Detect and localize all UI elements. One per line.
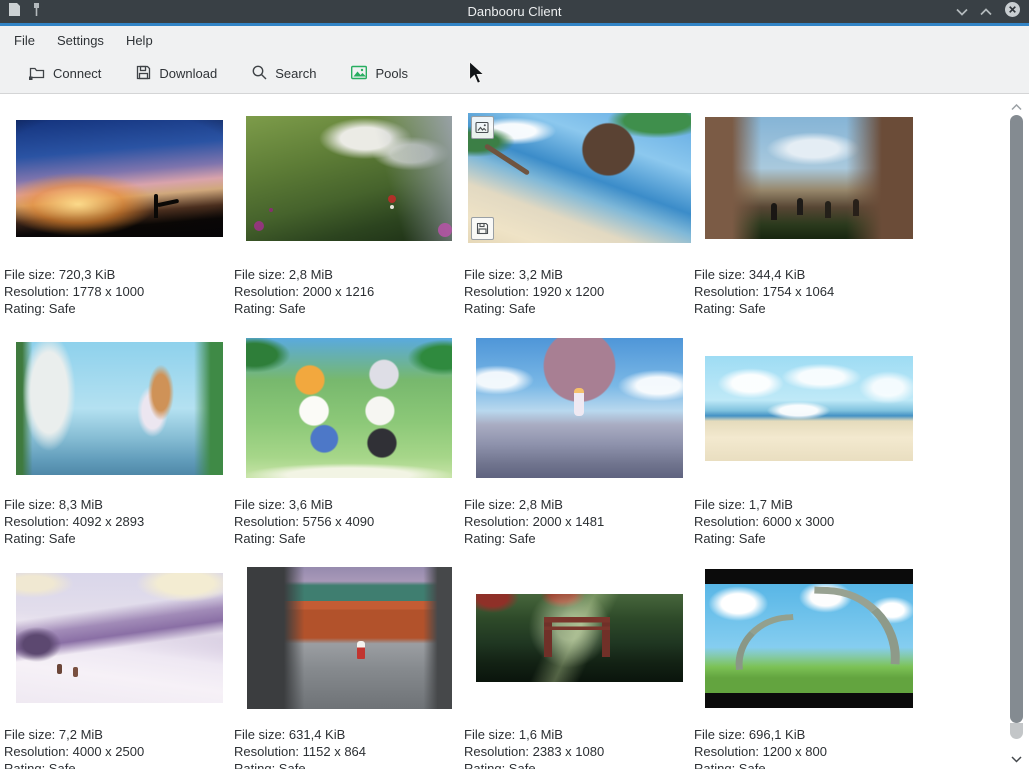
preview-overlay-button[interactable] bbox=[471, 116, 494, 139]
resolution-label: Resolution: 1778 x 1000 bbox=[4, 283, 234, 300]
post-thumbnail-shrine-courtyard[interactable] bbox=[247, 567, 452, 709]
search-button[interactable]: Search bbox=[239, 57, 328, 91]
titlebar[interactable]: Danbooru Client bbox=[0, 0, 1029, 23]
app-window: Danbooru Client File Settings Help bbox=[0, 0, 1029, 769]
post-card-4: File size: 344,4 KiB Resolution: 1754 x … bbox=[694, 103, 924, 333]
rating-label: Rating: Safe bbox=[4, 760, 234, 769]
file-size-label: File size: 1,6 MiB bbox=[464, 726, 694, 743]
rating-label: Rating: Safe bbox=[694, 530, 924, 547]
resolution-label: Resolution: 1754 x 1064 bbox=[694, 283, 924, 300]
rating-label: Rating: Safe bbox=[4, 530, 234, 547]
resolution-label: Resolution: 6000 x 3000 bbox=[694, 513, 924, 530]
scroll-down-icon[interactable] bbox=[1009, 753, 1024, 765]
post-thumbnail-forest-path[interactable] bbox=[246, 116, 452, 241]
pin-icon[interactable] bbox=[31, 2, 42, 22]
post-card-2: File size: 2,8 MiB Resolution: 2000 x 12… bbox=[234, 103, 464, 333]
post-grid-view: File size: 720,3 KiB Resolution: 1778 x … bbox=[0, 95, 1029, 769]
pools-button[interactable]: Pools bbox=[338, 57, 420, 91]
scroll-up-icon[interactable] bbox=[1009, 101, 1024, 113]
file-size-label: File size: 1,7 MiB bbox=[694, 496, 924, 513]
file-size-label: File size: 7,2 MiB bbox=[4, 726, 234, 743]
shade-chevron-down-icon[interactable] bbox=[956, 3, 968, 21]
file-size-label: File size: 8,3 MiB bbox=[4, 496, 234, 513]
rating-label: Rating: Safe bbox=[464, 300, 694, 317]
post-card-6: File size: 3,6 MiB Resolution: 5756 x 40… bbox=[234, 333, 464, 563]
resolution-label: Resolution: 4000 x 2500 bbox=[4, 743, 234, 760]
maximize-chevron-up-icon[interactable] bbox=[980, 3, 992, 21]
post-thumbnail-arch-valley[interactable] bbox=[705, 569, 913, 708]
file-size-label: File size: 2,8 MiB bbox=[464, 496, 694, 513]
post-thumbnail-spiral-tower-girl[interactable] bbox=[16, 342, 223, 475]
post-thumbnail-beach-palm-girl[interactable] bbox=[468, 113, 691, 243]
rating-label: Rating: Safe bbox=[234, 760, 464, 769]
toolbar: Connect Download Search bbox=[0, 54, 1029, 94]
pools-image-icon bbox=[350, 64, 368, 84]
rating-label: Rating: Safe bbox=[694, 300, 924, 317]
post-thumbnail-canyon-travelers[interactable] bbox=[705, 117, 913, 239]
rating-label: Rating: Safe bbox=[694, 760, 924, 769]
resolution-label: Resolution: 2000 x 1216 bbox=[234, 283, 464, 300]
resolution-label: Resolution: 1200 x 800 bbox=[694, 743, 924, 760]
file-size-label: File size: 631,4 KiB bbox=[234, 726, 464, 743]
window-title: Danbooru Client bbox=[0, 4, 1029, 19]
post-thumbnail-sunset-silhouette[interactable] bbox=[16, 120, 223, 237]
resolution-label: Resolution: 1920 x 1200 bbox=[464, 283, 694, 300]
pools-label: Pools bbox=[375, 66, 408, 81]
rating-label: Rating: Safe bbox=[464, 530, 694, 547]
resolution-label: Resolution: 2000 x 1481 bbox=[464, 513, 694, 530]
connect-button[interactable]: Connect bbox=[16, 57, 113, 91]
post-card-3: File size: 3,2 MiB Resolution: 1920 x 12… bbox=[464, 103, 694, 333]
file-size-label: File size: 3,2 MiB bbox=[464, 266, 694, 283]
menu-file[interactable]: File bbox=[14, 28, 46, 53]
file-size-label: File size: 720,3 KiB bbox=[4, 266, 234, 283]
post-card-1: File size: 720,3 KiB Resolution: 1778 x … bbox=[4, 103, 234, 333]
resolution-label: Resolution: 4092 x 2893 bbox=[4, 513, 234, 530]
post-thumbnail-beach-horizon[interactable] bbox=[705, 356, 913, 461]
rating-label: Rating: Safe bbox=[464, 760, 694, 769]
post-thumbnail-umbrella-girl[interactable] bbox=[476, 338, 683, 478]
connect-label: Connect bbox=[53, 66, 101, 81]
menu-settings[interactable]: Settings bbox=[46, 28, 115, 53]
download-button[interactable]: Download bbox=[123, 57, 229, 91]
app-document-icon[interactable] bbox=[8, 2, 21, 22]
file-size-label: File size: 696,1 KiB bbox=[694, 726, 924, 743]
rating-label: Rating: Safe bbox=[234, 530, 464, 547]
search-icon bbox=[251, 64, 268, 84]
post-card-10: File size: 631,4 KiB Resolution: 1152 x … bbox=[234, 563, 464, 769]
post-card-12: File size: 696,1 KiB Resolution: 1200 x … bbox=[694, 563, 924, 769]
network-folder-icon bbox=[28, 64, 46, 84]
save-overlay-button[interactable] bbox=[471, 217, 494, 240]
post-card-8: File size: 1,7 MiB Resolution: 6000 x 30… bbox=[694, 333, 924, 563]
post-card-9: File size: 7,2 MiB Resolution: 4000 x 25… bbox=[4, 563, 234, 769]
rating-label: Rating: Safe bbox=[234, 300, 464, 317]
post-card-11: File size: 1,6 MiB Resolution: 2383 x 10… bbox=[464, 563, 694, 769]
post-thumbnail-picnic-girls[interactable] bbox=[246, 338, 452, 478]
post-card-5: File size: 8,3 MiB Resolution: 4092 x 28… bbox=[4, 333, 234, 563]
file-size-label: File size: 344,4 KiB bbox=[694, 266, 924, 283]
menu-help[interactable]: Help bbox=[115, 28, 164, 53]
close-icon[interactable] bbox=[1004, 1, 1021, 23]
vertical-scrollbar[interactable] bbox=[1009, 95, 1024, 769]
resolution-label: Resolution: 2383 x 1080 bbox=[464, 743, 694, 760]
post-thumbnail-snowy-mountains[interactable] bbox=[16, 573, 223, 703]
file-size-label: File size: 3,6 MiB bbox=[234, 496, 464, 513]
scrollbar-thumb-tail[interactable] bbox=[1010, 723, 1023, 739]
post-card-7: File size: 2,8 MiB Resolution: 2000 x 14… bbox=[464, 333, 694, 563]
scrollbar-thumb[interactable] bbox=[1010, 115, 1023, 723]
menubar: File Settings Help bbox=[0, 26, 1029, 54]
file-size-label: File size: 2,8 MiB bbox=[234, 266, 464, 283]
post-grid: File size: 720,3 KiB Resolution: 1778 x … bbox=[0, 95, 1029, 769]
download-label: Download bbox=[159, 66, 217, 81]
rating-label: Rating: Safe bbox=[4, 300, 234, 317]
resolution-label: Resolution: 1152 x 864 bbox=[234, 743, 464, 760]
post-thumbnail-forest-torii[interactable] bbox=[476, 594, 683, 682]
resolution-label: Resolution: 5756 x 4090 bbox=[234, 513, 464, 530]
search-label: Search bbox=[275, 66, 316, 81]
save-icon bbox=[135, 64, 152, 84]
